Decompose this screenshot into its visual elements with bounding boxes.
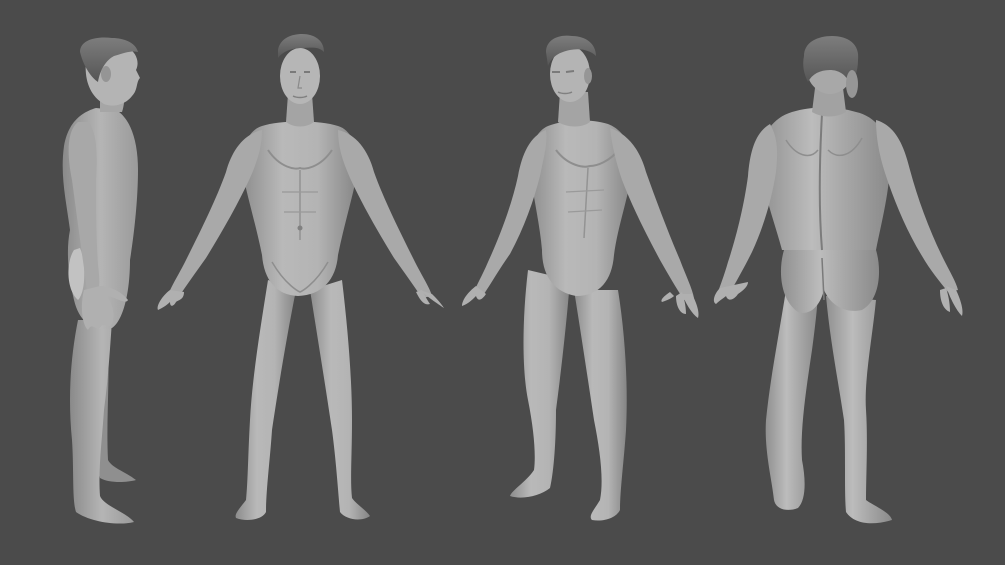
figure-three-quarter-view [462, 35, 699, 521]
figure-side-view [62, 37, 140, 524]
character-turnaround-render [62, 34, 963, 524]
figure-front-view [157, 34, 444, 520]
viewport [0, 0, 1005, 565]
figure-back-view [713, 36, 963, 524]
